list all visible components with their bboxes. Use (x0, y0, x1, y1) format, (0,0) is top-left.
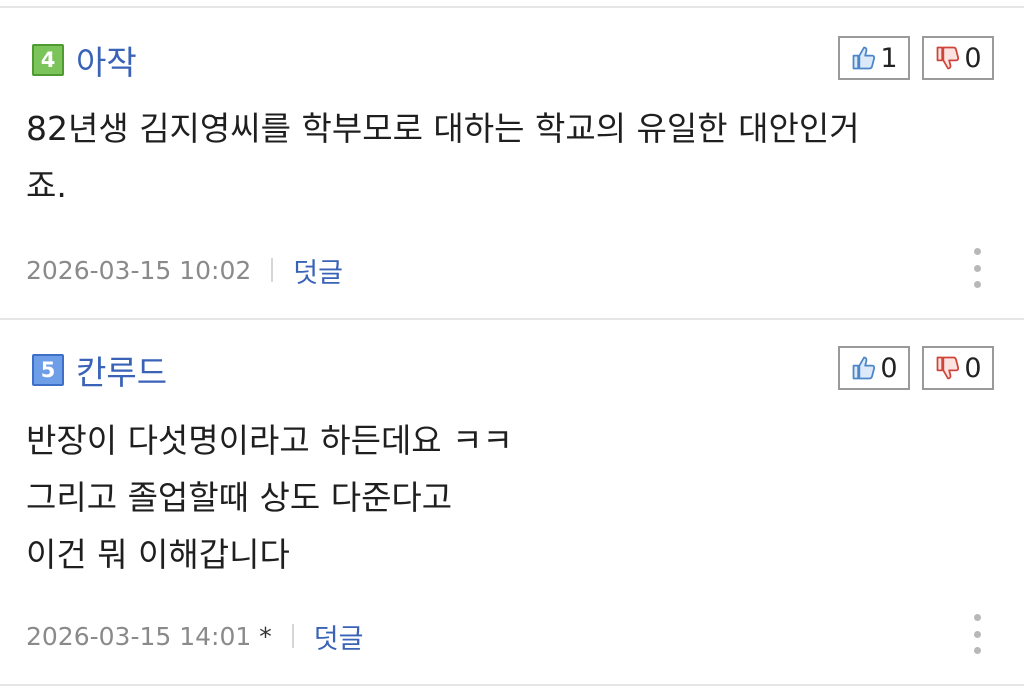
like-button[interactable]: 1 (838, 36, 910, 80)
comment-line: 그리고 졸업할때 상도 다준다고 (26, 478, 453, 517)
author-nickname[interactable]: 아작 (76, 36, 137, 84)
thumbs-down-icon (937, 356, 960, 380)
like-count: 0 (880, 352, 898, 384)
meta-divider (271, 258, 274, 282)
thumbs-down-icon (937, 46, 960, 70)
comment-line: 반장이 다섯명이라고 하든데요 ㅋㅋ (26, 421, 513, 460)
bottom-divider (0, 684, 1024, 686)
thumbs-up-icon (853, 356, 876, 380)
comment-line: 82년생 김지영씨를 학부모로 대하는 학교의 유일한 대안인거 (26, 109, 860, 148)
author-nickname[interactable]: 칸루드 (76, 346, 167, 394)
meta-divider (291, 624, 294, 648)
comment-body: 82년생 김지영씨를 학부모로 대하는 학교의 유일한 대안인거 죠. (26, 100, 860, 214)
level-number: 5 (40, 358, 56, 382)
comment-line: 죠. (26, 166, 67, 205)
dislike-button[interactable]: 0 (922, 36, 994, 80)
like-button[interactable]: 0 (838, 346, 910, 390)
thumbs-up-icon (853, 46, 876, 70)
level-badge: 5 (32, 354, 64, 386)
dislike-count: 0 (964, 352, 982, 384)
more-vertical-icon[interactable] (966, 248, 988, 288)
more-vertical-icon[interactable] (966, 614, 988, 654)
comment-line: 이건 뭐 이해갑니다 (26, 535, 290, 574)
dislike-button[interactable]: 0 (922, 346, 994, 390)
comment-meta: 2026-03-15 10:02 덧글 (26, 251, 343, 290)
comment-item: 4 아작 1 0 82년생 김지영씨를 학부모로 대하는 학교의 유일한 대안인… (0, 8, 1024, 318)
reply-link[interactable]: 덧글 (293, 251, 343, 290)
timestamp: 2026-03-15 10:02 (26, 255, 252, 285)
level-badge: 4 (32, 44, 64, 76)
comment-item: 5 칸루드 0 0 반장이 다섯명이라고 하든데요 ㅋㅋ 그리고 졸업할때 상도… (0, 320, 1024, 689)
comment-meta: 2026-03-15 14:01 * 덧글 (26, 617, 364, 656)
reply-link[interactable]: 덧글 (314, 617, 364, 656)
comment-body: 반장이 다섯명이라고 하든데요 ㅋㅋ 그리고 졸업할때 상도 다준다고 이건 뭐… (26, 412, 513, 583)
timestamp: 2026-03-15 14:01 (26, 621, 252, 651)
dislike-count: 0 (964, 42, 982, 74)
level-number: 4 (40, 48, 56, 72)
edited-mark: * (259, 621, 272, 651)
like-count: 1 (880, 42, 898, 74)
